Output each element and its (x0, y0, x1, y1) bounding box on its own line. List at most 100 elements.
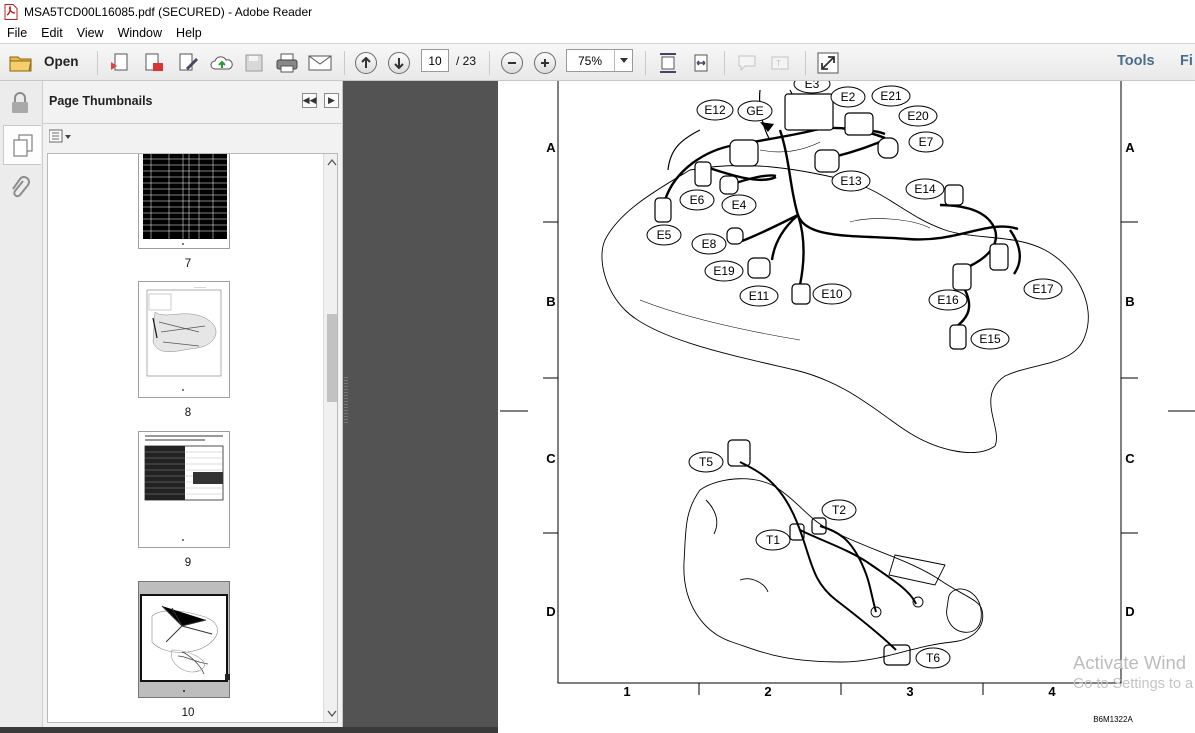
zoom-input[interactable] (567, 50, 613, 71)
expand-icon[interactable] (815, 51, 841, 75)
grid-row-label: C (1125, 451, 1135, 466)
toolbar-divider (805, 51, 806, 75)
upload-cloud-icon[interactable] (209, 51, 235, 75)
thumbnail-list[interactable]: 7 ———— 8 9 10 (47, 153, 338, 723)
fill-sign-button[interactable]: Fi (1180, 53, 1193, 69)
export-pdf-icon[interactable] (142, 51, 166, 75)
thumbnails-panel: Page Thumbnails ◀◀ ▶ 7 ———— 8 9 10 (43, 81, 343, 727)
email-icon[interactable] (307, 51, 333, 75)
svg-text:T: T (776, 59, 781, 68)
connector-label: E5 (657, 228, 672, 242)
connector-label: E6 (690, 193, 705, 207)
connector-label: E16 (937, 293, 959, 307)
navigation-rail (0, 81, 43, 733)
connector-label: E4 (732, 198, 747, 212)
thumbnail-page[interactable] (138, 431, 230, 548)
create-pdf-icon[interactable] (108, 51, 132, 75)
zoom-out-icon[interactable] (500, 51, 524, 75)
panel-title: Page Thumbnails (49, 94, 153, 108)
toolbar-divider (489, 51, 490, 75)
diagram-page-preview: ———— (146, 285, 222, 391)
window-title: MSA5TCD00L16085.pdf (SECURED) - Adobe Re… (24, 4, 313, 19)
connector-label: E14 (914, 182, 936, 196)
toolbar-divider (344, 51, 345, 75)
attachment-icon[interactable] (10, 176, 30, 202)
connector-label: E2 (841, 90, 856, 104)
toolbar-divider (97, 51, 98, 75)
next-page-icon[interactable] (387, 51, 411, 75)
menu-view[interactable]: View (70, 26, 111, 40)
connector-label: T6 (926, 651, 940, 665)
menu-edit[interactable]: Edit (34, 26, 70, 40)
collapse-panel-icon[interactable]: ◀◀ (302, 93, 317, 108)
connector-label: E8 (702, 237, 717, 251)
thumbnail-options-icon[interactable] (48, 129, 73, 145)
highlight-icon: T (768, 51, 792, 75)
connector-label: T5 (699, 455, 713, 469)
connector-label: T1 (766, 533, 780, 547)
open-button[interactable]: Open (44, 54, 79, 69)
horizontal-scrollbar[interactable] (0, 727, 498, 733)
ground-arrow-icon (760, 122, 774, 132)
title-bar: MSA5TCD00L16085.pdf (SECURED) - Adobe Re… (0, 0, 1195, 23)
connector-label: E10 (821, 287, 843, 301)
lock-icon[interactable] (10, 91, 30, 115)
menu-file[interactable]: File (0, 26, 34, 40)
connector-label: E3 (805, 81, 820, 91)
previous-page-icon[interactable] (354, 51, 378, 75)
grid-row-label: A (1125, 140, 1135, 155)
save-icon[interactable] (243, 51, 265, 75)
thumbnail-page-selected[interactable] (138, 581, 230, 698)
open-folder-icon[interactable] (8, 51, 34, 75)
fit-page-icon[interactable] (656, 51, 680, 75)
grid-row-label: C (546, 451, 556, 466)
connector-label: T2 (832, 503, 846, 517)
connector-label: E11 (749, 289, 770, 303)
comment-icon (735, 51, 759, 75)
scroll-down-icon[interactable] (327, 710, 337, 718)
connector-label: E17 (1032, 282, 1054, 296)
thumbnail-page[interactable] (138, 154, 230, 249)
connector-label: GE (746, 104, 763, 118)
grid-col-label: 1 (623, 684, 630, 699)
table-page-preview (143, 154, 227, 245)
page-thumbnails-tab[interactable] (3, 125, 41, 165)
zoom-in-icon[interactable] (533, 51, 557, 75)
activation-watermark-subtext: Go to Settings to a (1073, 676, 1194, 692)
thumbnail-label: 9 (184, 557, 192, 569)
grid-row-label: A (546, 140, 556, 155)
diagram-page-preview (151, 605, 218, 675)
transmission-harness (739, 461, 917, 651)
activation-watermark: Activate Wind (1073, 652, 1187, 673)
fit-width-icon[interactable] (689, 51, 713, 75)
connector-label: E15 (979, 332, 1001, 346)
connector-label: E13 (840, 174, 862, 188)
next-panel-icon[interactable]: ▶ (324, 93, 339, 108)
grid-col-label: 4 (1048, 684, 1056, 699)
print-icon[interactable] (274, 51, 300, 75)
thumbnail-label: 7 (184, 258, 192, 270)
thumbnail-scrollbar[interactable] (323, 154, 337, 722)
page-number-input[interactable] (421, 49, 449, 72)
table-page-preview (144, 435, 224, 541)
menu-bar: File Edit View Window Help (0, 23, 1195, 43)
menu-window[interactable]: Window (111, 26, 169, 40)
panel-resize-handle[interactable] (343, 377, 349, 425)
tools-button[interactable]: Tools (1117, 53, 1155, 69)
connector-label: E12 (704, 103, 726, 117)
connector-label: E7 (919, 135, 934, 149)
connector-label: E20 (907, 109, 929, 123)
zoom-select[interactable] (566, 49, 633, 72)
edit-pdf-icon[interactable] (176, 51, 200, 75)
chevron-down-icon[interactable] (614, 50, 632, 71)
thumbnail-page[interactable]: ———— (138, 281, 230, 398)
panel-divider (43, 123, 343, 124)
scrollbar-thumb[interactable] (327, 314, 337, 402)
figure-code: B6M1322A (1093, 715, 1133, 724)
menu-help[interactable]: Help (169, 26, 209, 40)
scroll-up-icon[interactable] (327, 158, 337, 166)
engine-outline (601, 165, 1089, 453)
grid-row-label: B (1125, 294, 1134, 309)
grid-row-label: D (546, 604, 555, 619)
grid-row-label: B (546, 294, 555, 309)
